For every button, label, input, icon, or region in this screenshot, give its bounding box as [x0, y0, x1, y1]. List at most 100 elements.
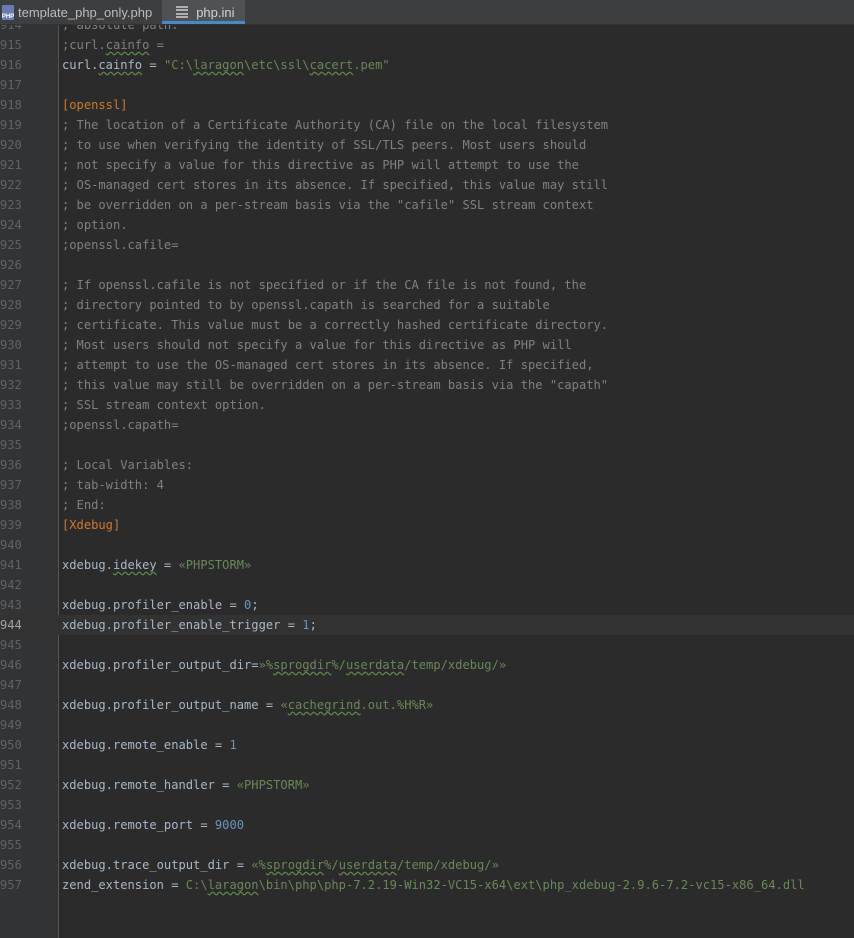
- code-text[interactable]: ;curl.cainfo =: [62, 35, 164, 55]
- code-text[interactable]: ; OS-managed cert stores in its absence.…: [62, 175, 608, 195]
- line-number: 956: [0, 858, 22, 872]
- tab-php-ini[interactable]: php.ini: [162, 0, 245, 24]
- line-number: 946: [0, 658, 22, 672]
- code-text[interactable]: ; this value may still be overridden on …: [62, 375, 608, 395]
- code-text[interactable]: xdebug.remote_port = 9000: [62, 815, 244, 835]
- code-text[interactable]: ; to use when verifying the identity of …: [62, 135, 586, 155]
- code-text[interactable]: xdebug.profiler_output_dir=»%sprogdir%/u…: [62, 655, 506, 675]
- code-line[interactable]: 927 ; If openssl.cafile is not specified …: [0, 275, 854, 295]
- code-line[interactable]: 916 curl.cainfo = "C:\laragon\etc\ssl\cac…: [0, 55, 854, 75]
- code-text[interactable]: xdebug.remote_enable = 1: [62, 735, 237, 755]
- code-line[interactable]: 924 ; option.: [0, 215, 854, 235]
- code-text[interactable]: xdebug.profiler_enable_trigger = 1;: [62, 615, 317, 635]
- code-text[interactable]: ; attempt to use the OS-managed cert sto…: [62, 355, 594, 375]
- code-line[interactable]: 938 ; End:: [0, 495, 854, 515]
- code-line[interactable]: 926: [0, 255, 854, 275]
- code-text[interactable]: xdebug.profiler_output_name = «cachegrin…: [62, 695, 433, 715]
- code-line[interactable]: 917: [0, 75, 854, 95]
- code-line[interactable]: 929 ; certificate. This value must be a c…: [0, 315, 854, 335]
- line-number: 942: [0, 578, 22, 592]
- line-number: 924: [0, 218, 22, 232]
- code-line[interactable]: 951: [0, 755, 854, 775]
- code-text[interactable]: ; SSL stream context option.: [62, 395, 266, 415]
- code-line[interactable]: 932 ; this value may still be overridden …: [0, 375, 854, 395]
- line-number: 937: [0, 478, 22, 492]
- line-number: 932: [0, 378, 22, 392]
- code-line[interactable]: 943 xdebug.profiler_enable = 0;: [0, 595, 854, 615]
- code-line[interactable]: 953: [0, 795, 854, 815]
- code-text[interactable]: ; option.: [62, 215, 128, 235]
- code-line[interactable]: 950 xdebug.remote_enable = 1: [0, 735, 854, 755]
- code-line[interactable]: 949: [0, 715, 854, 735]
- code-text[interactable]: ; If openssl.cafile is not specified or …: [62, 275, 586, 295]
- code-text[interactable]: curl.cainfo = "C:\laragon\etc\ssl\cacert…: [62, 55, 390, 75]
- code-editor[interactable]: 914 ; absolute path: 915 ;curl.cainfo = 916 c…: [0, 25, 854, 938]
- code-line[interactable]: 954 xdebug.remote_port = 9000: [0, 815, 854, 835]
- code-line[interactable]: 947: [0, 675, 854, 695]
- code-line[interactable]: 937 ; tab-width: 4: [0, 475, 854, 495]
- line-number: 952: [0, 778, 22, 792]
- code-line[interactable]: 922 ; OS-managed cert stores in its absen…: [0, 175, 854, 195]
- code-text[interactable]: ;openssl.capath=: [62, 415, 179, 435]
- code-line[interactable]: 941 xdebug.idekey = «PHPSTORM»: [0, 555, 854, 575]
- line-number: 935: [0, 438, 22, 452]
- code-text[interactable]: ; certificate. This value must be a corr…: [62, 315, 608, 335]
- code-line[interactable]: 921 ; not specify a value for this direct…: [0, 155, 854, 175]
- line-number: 928: [0, 298, 22, 312]
- editor-tab-bar: PHP template_php_only.php php.ini: [0, 0, 854, 25]
- line-number: 930: [0, 338, 22, 352]
- code-text[interactable]: ; tab-width: 4: [62, 475, 164, 495]
- line-number: 954: [0, 818, 22, 832]
- code-text[interactable]: zend_extension = C:\laragon\bin\php\php-…: [62, 875, 805, 895]
- code-line[interactable]: 939 [Xdebug]: [0, 515, 854, 535]
- line-number: 922: [0, 178, 22, 192]
- code-line[interactable]: 945: [0, 635, 854, 655]
- code-line[interactable]: 935: [0, 435, 854, 455]
- code-text[interactable]: ; not specify a value for this directive…: [62, 155, 579, 175]
- code-line[interactable]: 956 xdebug.trace_output_dir = «%sprogdir%…: [0, 855, 854, 875]
- line-number: 955: [0, 838, 22, 852]
- code-line[interactable]: 942: [0, 575, 854, 595]
- code-line[interactable]: 944 xdebug.profiler_enable_trigger = 1;: [0, 615, 854, 635]
- code-line[interactable]: 918 [openssl]: [0, 95, 854, 115]
- code-text[interactable]: [openssl]: [62, 95, 128, 115]
- code-line[interactable]: 936 ; Local Variables:: [0, 455, 854, 475]
- code-text[interactable]: ; directory pointed to by openssl.capath…: [62, 295, 550, 315]
- code-text[interactable]: xdebug.trace_output_dir = «%sprogdir%/us…: [62, 855, 499, 875]
- code-line[interactable]: 933 ; SSL stream context option.: [0, 395, 854, 415]
- code-text[interactable]: ; Most users should not specify a value …: [62, 335, 572, 355]
- code-text[interactable]: xdebug.idekey = «PHPSTORM»: [62, 555, 251, 575]
- code-line[interactable]: 914 ; absolute path:: [0, 25, 854, 35]
- code-text[interactable]: [Xdebug]: [62, 515, 120, 535]
- line-number: 934: [0, 418, 22, 432]
- code-text[interactable]: ; The location of a Certificate Authorit…: [62, 115, 608, 135]
- code-line[interactable]: 934 ;openssl.capath=: [0, 415, 854, 435]
- tab-template-php-only[interactable]: PHP template_php_only.php: [0, 0, 162, 24]
- line-number: 938: [0, 498, 22, 512]
- code-text[interactable]: ; Local Variables:: [62, 455, 193, 475]
- line-number: 953: [0, 798, 22, 812]
- code-line[interactable]: 946 xdebug.profiler_output_dir=»%sprogdir…: [0, 655, 854, 675]
- code-line[interactable]: 948 xdebug.profiler_output_name = «cacheg…: [0, 695, 854, 715]
- code-line[interactable]: 920 ; to use when verifying the identity …: [0, 135, 854, 155]
- code-text[interactable]: ; be overridden on a per-stream basis vi…: [62, 195, 594, 215]
- code-line[interactable]: 940: [0, 535, 854, 555]
- code-text[interactable]: ; End:: [62, 495, 106, 515]
- code-line[interactable]: 957 zend_extension = C:\laragon\bin\php\p…: [0, 875, 854, 895]
- code-line[interactable]: 919 ; The location of a Certificate Autho…: [0, 115, 854, 135]
- code-text[interactable]: xdebug.remote_handler = «PHPSTORM»: [62, 775, 310, 795]
- line-number: 916: [0, 58, 22, 72]
- code-text[interactable]: ;openssl.cafile=: [62, 235, 179, 255]
- code-text[interactable]: xdebug.profiler_enable = 0;: [62, 595, 259, 615]
- code-text[interactable]: ; absolute path:: [62, 25, 179, 35]
- code-line[interactable]: 955: [0, 835, 854, 855]
- code-line[interactable]: 923 ; be overridden on a per-stream basis…: [0, 195, 854, 215]
- code-line[interactable]: 928 ; directory pointed to by openssl.cap…: [0, 295, 854, 315]
- line-number: 949: [0, 718, 22, 732]
- code-line[interactable]: 952 xdebug.remote_handler = «PHPSTORM»: [0, 775, 854, 795]
- code-line[interactable]: 931 ; attempt to use the OS-managed cert …: [0, 355, 854, 375]
- code-line[interactable]: 915 ;curl.cainfo =: [0, 35, 854, 55]
- code-line[interactable]: 930 ; Most users should not specify a val…: [0, 335, 854, 355]
- code-line[interactable]: 925 ;openssl.cafile=: [0, 235, 854, 255]
- line-number: 933: [0, 398, 22, 412]
